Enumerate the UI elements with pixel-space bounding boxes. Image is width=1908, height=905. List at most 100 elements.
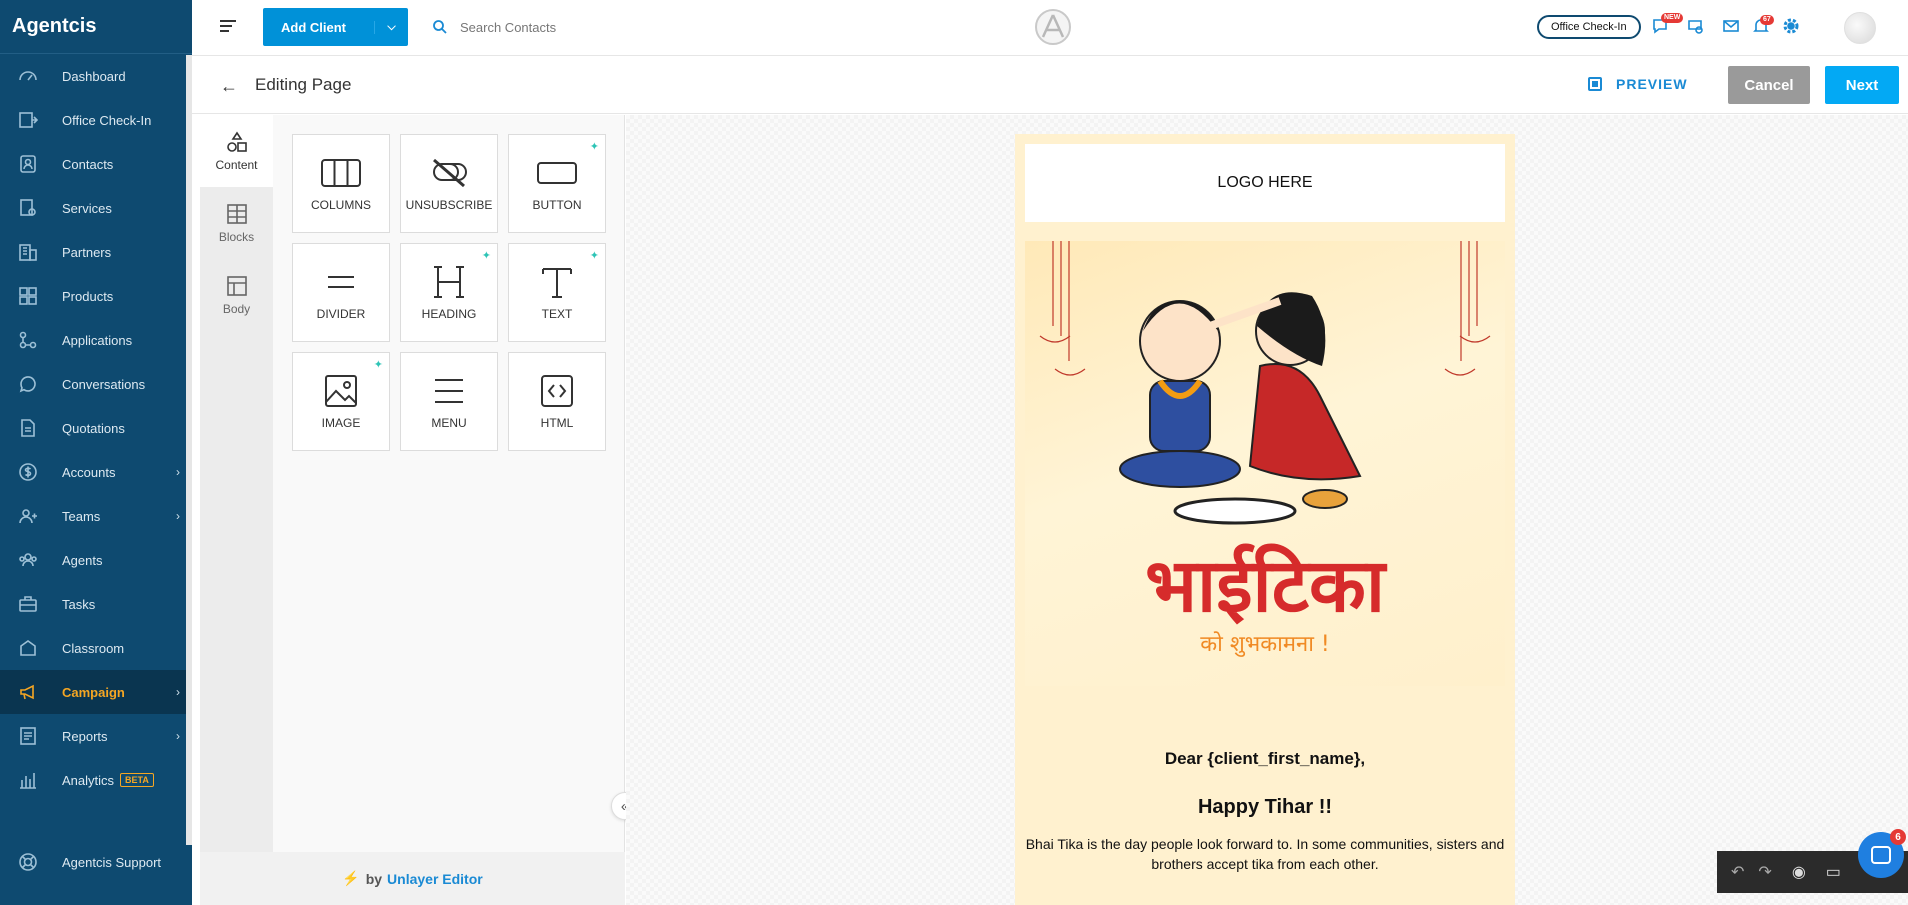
- sidebar-item-support[interactable]: Agentcis Support: [0, 840, 192, 884]
- tool-unsubscribe[interactable]: UNSUBSCRIBE: [400, 134, 498, 233]
- image-icon: [325, 374, 357, 407]
- email-greeting[interactable]: Dear {client_first_name},: [1015, 749, 1515, 769]
- editor-canvas[interactable]: LOGO HERE भाईटिका को शुभकामना ! Dear {cl…: [626, 115, 1908, 905]
- heading-icon: [434, 265, 464, 298]
- quotations-icon: [16, 418, 40, 438]
- tool-label: TEXT: [541, 306, 573, 321]
- chevron-right-icon: ›: [176, 685, 180, 699]
- sidebar-item-contacts[interactable]: Contacts: [0, 142, 192, 186]
- campaign-icon: [16, 682, 40, 702]
- sidebar: Agentcis Dashboard Office Check-In Conta…: [0, 0, 192, 905]
- chat-icon: [1871, 846, 1891, 864]
- sidebar-item-tasks[interactable]: Tasks: [0, 582, 192, 626]
- reports-icon: [16, 726, 40, 746]
- contacts-icon: [16, 154, 40, 174]
- tool-label: HEADING: [421, 306, 477, 321]
- announcement-icon[interactable]: NEW: [1651, 13, 1684, 39]
- chevron-down-icon[interactable]: ⌵: [374, 20, 408, 34]
- unlink-icon: [433, 158, 467, 187]
- tool-divider[interactable]: DIVIDER: [292, 243, 390, 342]
- columns-icon: [321, 158, 361, 187]
- sidebar-item-accounts[interactable]: Accounts ›: [0, 450, 192, 494]
- tab-body[interactable]: Body: [200, 259, 273, 331]
- brand-logo[interactable]: Agentcis: [0, 0, 192, 54]
- hero-image[interactable]: भाईटिका को शुभकामना !: [1025, 241, 1505, 686]
- tool-image[interactable]: ✦ IMAGE: [292, 352, 390, 451]
- shapes-icon: [226, 131, 247, 152]
- sidebar-item-applications[interactable]: Applications: [0, 318, 192, 362]
- sidebar-item-label: Analytics: [62, 772, 115, 788]
- sidebar-item-quotations[interactable]: Quotations: [0, 406, 192, 450]
- sidebar-item-dashboard[interactable]: Dashboard: [0, 54, 192, 98]
- hero-subtitle: को शुभकामना !: [1200, 631, 1329, 657]
- sidebar-item-conversations[interactable]: Conversations: [0, 362, 192, 406]
- sidebar-item-label: Products: [62, 288, 114, 304]
- tool-text[interactable]: ✦ TEXT: [508, 243, 606, 342]
- tab-blocks[interactable]: Blocks: [200, 187, 273, 259]
- notification-count-badge: 67: [1760, 15, 1774, 25]
- tool-button[interactable]: ✦ BUTTON: [508, 134, 606, 233]
- sidebar-item-products[interactable]: Products: [0, 274, 192, 318]
- add-client-label: Add Client: [281, 19, 346, 35]
- classroom-icon: [16, 638, 40, 658]
- powered-by-prefix: by: [365, 870, 383, 887]
- sidebar-item-classroom[interactable]: Classroom: [0, 626, 192, 670]
- topbar: Add Client ⌵ Office Check-In NEW 67: [192, 0, 1908, 56]
- settings-gear-icon[interactable]: [1782, 17, 1804, 39]
- sidebar-item-teams[interactable]: Teams ›: [0, 494, 192, 538]
- tool-html[interactable]: HTML: [508, 352, 606, 451]
- logo-placeholder[interactable]: LOGO HERE: [1025, 144, 1505, 222]
- sidebar-item-services[interactable]: Services: [0, 186, 192, 230]
- accounts-icon: [16, 462, 40, 482]
- sidebar-item-label: Quotations: [62, 420, 125, 436]
- preview-button[interactable]: PREVIEW: [1588, 76, 1688, 92]
- desktop-icon[interactable]: ▭: [1826, 862, 1841, 882]
- services-icon: [16, 198, 40, 218]
- back-arrow-icon[interactable]: ←: [220, 76, 238, 97]
- powered-by-footer[interactable]: ⚡ by Unlayer Editor: [200, 852, 625, 905]
- body-icon: [226, 276, 247, 296]
- menu-toggle-icon[interactable]: [220, 20, 238, 34]
- tool-menu[interactable]: MENU: [400, 352, 498, 451]
- redo-icon[interactable]: ↷: [1758, 862, 1771, 882]
- sidebar-item-agents[interactable]: Agents: [0, 538, 192, 582]
- undo-icon[interactable]: ↶: [1731, 862, 1744, 882]
- hero-title: भाईटिका: [1145, 543, 1388, 629]
- tab-content[interactable]: Content: [200, 115, 273, 187]
- sidebar-item-analytics[interactable]: Analytics BETA: [0, 758, 192, 802]
- sidebar-item-label: Partners: [62, 244, 112, 260]
- tool-heading[interactable]: ✦ HEADING: [400, 243, 498, 342]
- sidebar-item-label: Dashboard: [62, 68, 126, 84]
- avatar[interactable]: [1844, 12, 1876, 44]
- notification-bell-icon[interactable]: 67: [1752, 15, 1774, 39]
- sidebar-item-campaign[interactable]: Campaign ›: [0, 670, 192, 714]
- sidebar-item-label: Accounts: [62, 464, 116, 480]
- search-input[interactable]: [460, 14, 760, 40]
- sidebar-item-office-checkin[interactable]: Office Check-In: [0, 98, 192, 142]
- sidebar-item-label: Office Check-In: [62, 112, 152, 128]
- sidebar-item-partners[interactable]: Partners: [0, 230, 192, 274]
- sidebar-item-label: Contacts: [62, 156, 114, 172]
- editor-tabs: Content Blocks Body: [200, 115, 273, 852]
- sidebar-item-reports[interactable]: Reports ›: [0, 714, 192, 758]
- next-button[interactable]: Next: [1825, 66, 1899, 104]
- sidebar-bottom: Agentcis Support: [0, 840, 192, 884]
- new-badge: NEW: [1661, 13, 1684, 23]
- add-client-button[interactable]: Add Client ⌵: [263, 8, 408, 46]
- email-headline[interactable]: Happy Tihar !!: [1015, 796, 1515, 819]
- sidebar-item-label: Tasks: [62, 596, 96, 612]
- email-preview[interactable]: LOGO HERE भाईटिका को शुभकामना ! Dear {cl…: [1015, 134, 1515, 905]
- page-title: Editing Page: [255, 75, 352, 94]
- tab-label: Content: [215, 158, 258, 172]
- cancel-button[interactable]: Cancel: [1728, 66, 1810, 104]
- user-checkin-icon[interactable]: [1686, 17, 1708, 39]
- email-body-text[interactable]: Bhai Tika is the day people look forward…: [1023, 834, 1507, 874]
- office-checkin-button[interactable]: Office Check-In: [1537, 15, 1641, 39]
- tool-label: BUTTON: [532, 197, 582, 212]
- tool-columns[interactable]: COLUMNS: [292, 134, 390, 233]
- sidebar-scrollbar[interactable]: [186, 55, 192, 845]
- preview-eye-icon[interactable]: ◉: [1792, 862, 1806, 882]
- mail-icon[interactable]: [1722, 17, 1744, 39]
- tab-label: Body: [222, 302, 251, 316]
- chevron-right-icon: ›: [176, 465, 180, 479]
